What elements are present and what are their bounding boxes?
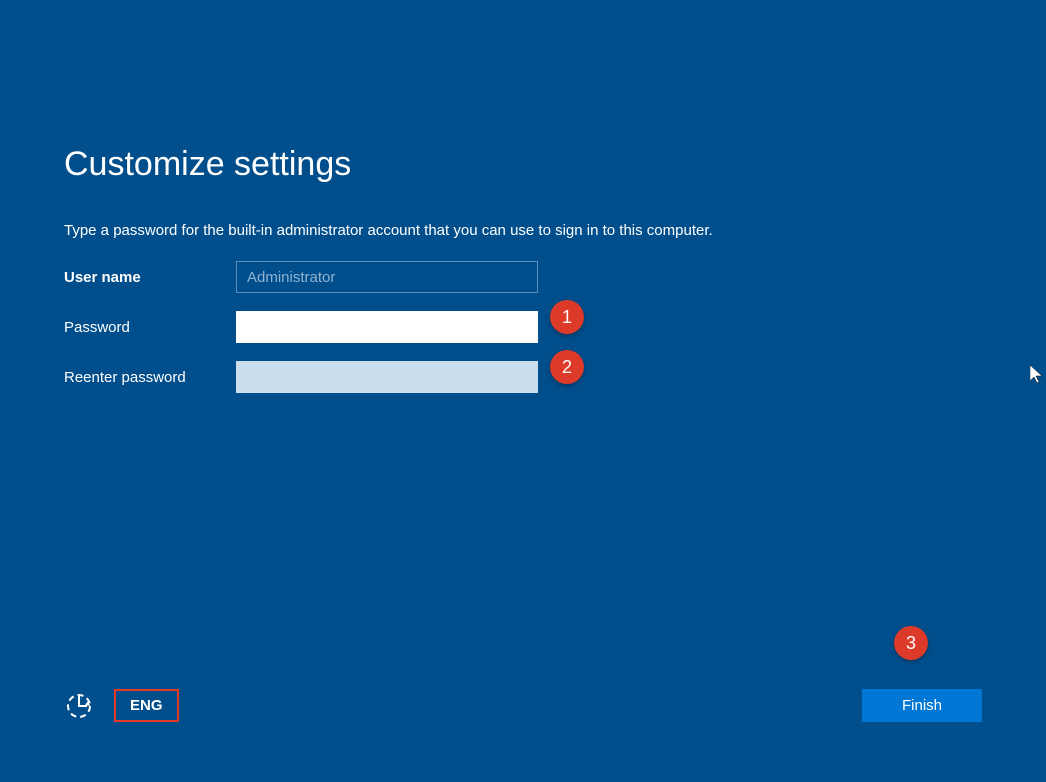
reenter-row: Reenter password: [64, 361, 982, 393]
annotation-badge-2: 2: [550, 350, 584, 384]
reenter-label: Reenter password: [64, 369, 236, 386]
reenter-password-input[interactable]: [236, 361, 538, 393]
bottom-bar: ENG Finish: [64, 689, 982, 722]
annotation-badge-1: 1: [550, 300, 584, 334]
password-row: Password: [64, 311, 982, 343]
finish-button[interactable]: Finish: [862, 689, 982, 722]
username-row: User name: [64, 261, 982, 293]
username-input[interactable]: [236, 261, 538, 293]
username-label: User name: [64, 269, 236, 286]
password-input[interactable]: [236, 311, 538, 343]
page-title: Customize settings: [64, 145, 982, 184]
cursor-icon: [1030, 365, 1046, 390]
password-label: Password: [64, 319, 236, 336]
bottom-left: ENG: [64, 689, 179, 722]
instruction-text: Type a password for the built-in adminis…: [64, 222, 982, 239]
annotation-badge-3: 3: [894, 626, 928, 660]
language-button[interactable]: ENG: [114, 689, 179, 722]
ease-of-access-icon[interactable]: [64, 691, 94, 721]
